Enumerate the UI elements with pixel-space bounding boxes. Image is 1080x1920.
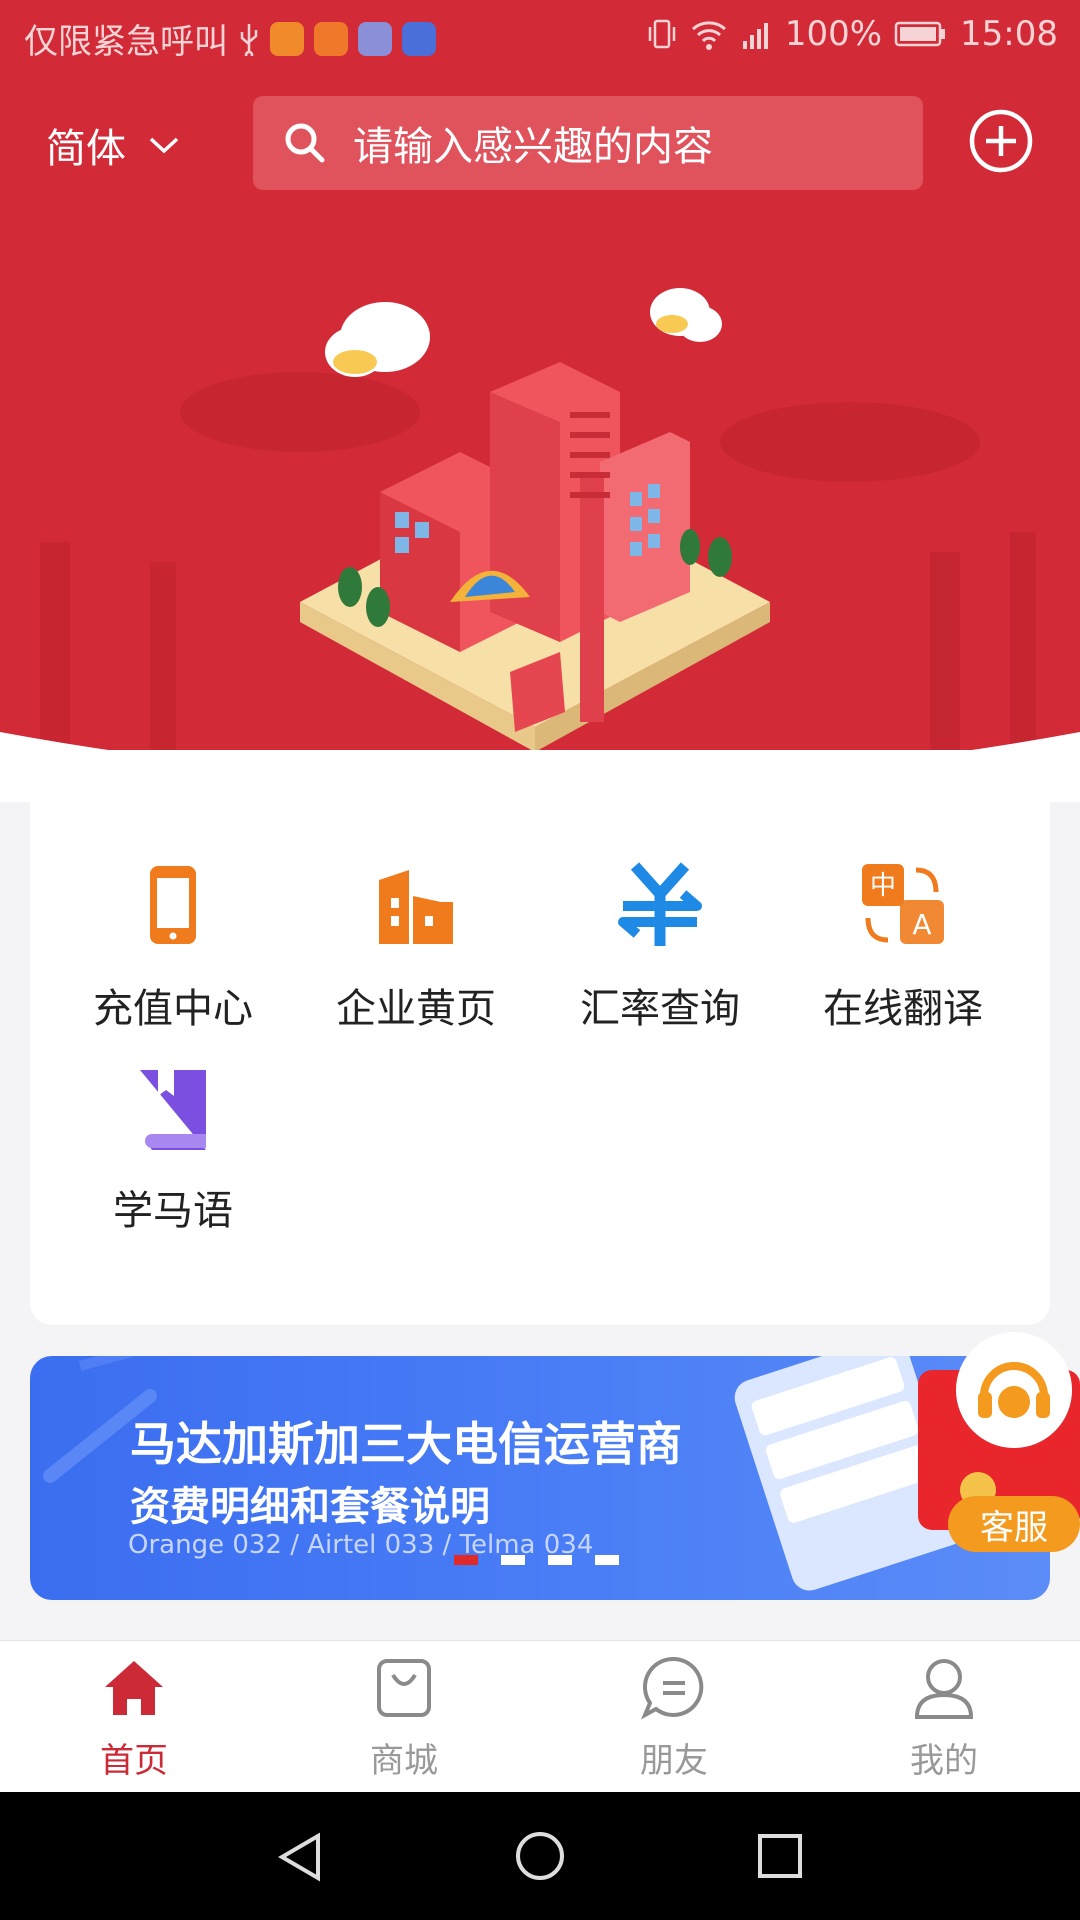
battery-percent: 100% — [784, 14, 883, 54]
service-label: 充值中心 — [93, 986, 253, 1032]
browser-app-icon — [358, 21, 392, 56]
book-icon — [140, 1070, 206, 1150]
shopping-bag-icon — [377, 1659, 431, 1717]
service-recharge-center[interactable]: 充值中心 — [63, 860, 283, 1034]
search-placeholder: 请输入感兴趣的内容 — [353, 124, 713, 170]
service-learn-malagasy[interactable]: 学马语 — [63, 1062, 283, 1236]
battery-icon — [894, 21, 946, 47]
service-label: 汇率查询 — [580, 986, 740, 1032]
back-icon[interactable] — [276, 1832, 326, 1882]
customer-service-label[interactable]: 客服 — [948, 1496, 1080, 1552]
usb-icon — [240, 23, 258, 56]
building-icon — [379, 870, 453, 944]
carrier-text: 仅限紧急呼叫 — [24, 22, 228, 62]
clock: 15:08 — [960, 14, 1058, 54]
tab-label: 商城 — [370, 1741, 438, 1781]
tab-label: 朋友 — [640, 1741, 708, 1781]
carousel-dot[interactable] — [595, 1555, 619, 1565]
wifi-icon — [691, 21, 726, 50]
recents-square-icon[interactable] — [756, 1832, 804, 1880]
svg-text:A: A — [912, 908, 931, 941]
language-label: 简体 — [46, 126, 126, 172]
signal-icon — [742, 23, 768, 49]
carousel-dot[interactable] — [548, 1555, 572, 1565]
service-exchange-rate[interactable]: 汇率查询 — [550, 860, 770, 1034]
vibrate-icon — [648, 19, 676, 49]
add-button[interactable] — [968, 108, 1034, 174]
svg-text:中: 中 — [870, 871, 896, 901]
video-app-icon — [314, 21, 348, 56]
services-card: 充值中心 企业黄页 汇率查询 中A 在线翻译 学马语 — [30, 750, 1050, 1325]
service-yellow-pages[interactable]: 企业黄页 — [306, 860, 526, 1034]
city-illustration — [0, 212, 1080, 802]
tab-home[interactable]: 首页 — [54, 1653, 214, 1782]
tab-mall[interactable]: 商城 — [324, 1653, 484, 1782]
carousel-dot[interactable] — [501, 1555, 525, 1565]
banner-title: 马达加斯加三大电信运营商 — [130, 1417, 682, 1471]
service-label: 企业黄页 — [336, 986, 496, 1032]
status-bar: 仅限紧急呼叫 100% 15:08 — [0, 0, 1080, 72]
home-icon — [105, 1661, 163, 1715]
chat-app-icon — [402, 21, 436, 56]
translate-icon: 中A — [862, 864, 944, 944]
tab-friends[interactable]: 朋友 — [594, 1653, 754, 1782]
yen-exchange-icon — [618, 862, 702, 946]
service-label: 在线翻译 — [823, 986, 983, 1032]
hero-banner — [0, 212, 1080, 802]
service-label: 学马语 — [113, 1188, 233, 1234]
phone-icon — [150, 866, 196, 944]
carousel-dot[interactable] — [454, 1555, 478, 1565]
carousel-indicator — [454, 1555, 619, 1565]
promo-banner[interactable]: 马达加斯加三大电信运营商 资费明细和套餐说明 Orange 032 / Airt… — [30, 1356, 1050, 1600]
search-icon — [285, 123, 325, 163]
service-online-translate[interactable]: 中A 在线翻译 — [793, 860, 1013, 1034]
top-header: 简体 请输入感兴趣的内容 — [0, 72, 1080, 212]
home-circle-icon[interactable] — [514, 1830, 566, 1882]
tab-profile[interactable]: 我的 — [864, 1653, 1024, 1782]
language-selector[interactable]: 简体 — [46, 116, 180, 174]
system-navigation-bar — [0, 1792, 1080, 1920]
tab-label: 首页 — [100, 1741, 168, 1781]
chevron-down-icon — [149, 137, 179, 154]
tab-label: 我的 — [910, 1741, 978, 1781]
chat-icon — [640, 1656, 704, 1720]
search-bar[interactable]: 请输入感兴趣的内容 — [253, 96, 923, 190]
banner-subtitle: 资费明细和套餐说明 — [130, 1484, 490, 1530]
app-notification-icon — [270, 21, 304, 56]
user-icon — [914, 1659, 974, 1719]
bottom-tab-bar: 首页 商城 朋友 我的 — [0, 1640, 1080, 1793]
